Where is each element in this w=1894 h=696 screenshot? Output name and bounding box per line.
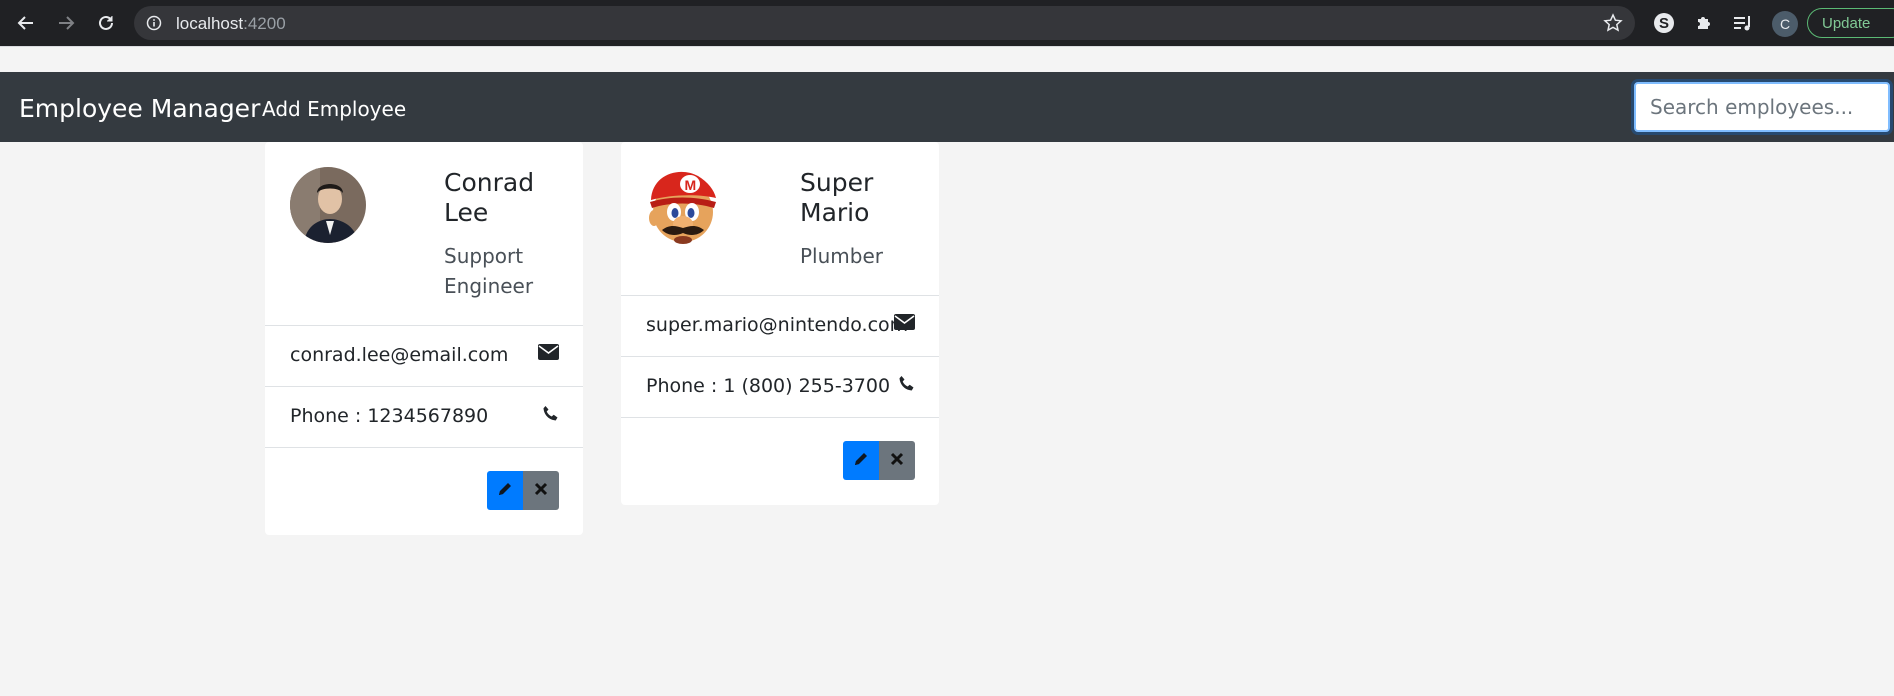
close-icon [890, 451, 904, 470]
employee-avatar [290, 167, 366, 243]
bookmark-star-icon[interactable] [1603, 13, 1623, 37]
brand-title[interactable]: Employee Manager [19, 94, 260, 123]
profile-avatar[interactable]: C [1772, 11, 1798, 37]
delete-button[interactable] [523, 471, 559, 510]
card-footer-divider [265, 447, 583, 448]
pencil-icon [497, 481, 513, 501]
phone-row: Phone : 1234567890 [265, 386, 583, 447]
back-icon[interactable] [12, 9, 40, 37]
app-navbar: Employee Manager Add Employee [0, 72, 1894, 142]
phone-icon [542, 405, 559, 426]
employee-card-super-mario: M Super Mario Plumber super.mario@ninten… [621, 142, 939, 505]
page-top-gap [0, 46, 1894, 72]
add-employee-link[interactable]: Add Employee [262, 97, 406, 121]
envelope-icon [538, 344, 559, 364]
employee-name: Conrad Lee [444, 168, 535, 227]
employee-name: Super Mario [800, 168, 874, 227]
employee-phone[interactable]: Phone : 1234567890 [290, 405, 488, 427]
reload-icon[interactable] [92, 9, 120, 37]
card-footer-divider [621, 417, 939, 418]
pencil-icon [853, 451, 869, 471]
employee-card-conrad-lee: Conrad Lee Support Engineer conrad.lee@e… [265, 142, 583, 535]
extensions-puzzle-icon[interactable] [1692, 11, 1716, 35]
site-info-icon[interactable] [146, 15, 162, 35]
close-icon [534, 481, 548, 500]
edit-button[interactable] [487, 471, 523, 510]
email-row: conrad.lee@email.com [265, 325, 583, 386]
url-text: localhost:4200 [176, 14, 286, 33]
s-extension-icon[interactable]: S [1654, 13, 1674, 33]
address-bar[interactable]: localhost:4200 [134, 6, 1635, 40]
svg-text:M: M [685, 177, 697, 193]
forward-icon[interactable] [52, 9, 80, 37]
employee-avatar: M [646, 167, 722, 244]
phone-icon [898, 375, 915, 396]
browser-toolbar: localhost:4200 S C Update [0, 0, 1894, 46]
phone-row: Phone : 1 (800) 255-3700 [621, 356, 939, 417]
employee-job-title: Plumber [800, 244, 883, 268]
update-button[interactable]: Update [1807, 8, 1894, 38]
employee-email[interactable]: super.mario@nintendo.com [646, 314, 908, 336]
employee-phone[interactable]: Phone : 1 (800) 255-3700 [646, 375, 890, 397]
delete-button[interactable] [879, 441, 915, 480]
email-row: super.mario@nintendo.com [621, 295, 939, 356]
media-queue-icon[interactable] [1731, 11, 1755, 35]
search-input[interactable] [1634, 82, 1890, 132]
employee-email[interactable]: conrad.lee@email.com [290, 344, 508, 366]
envelope-icon [894, 314, 915, 334]
employee-job-title: Support Engineer [444, 244, 534, 298]
edit-button[interactable] [843, 441, 879, 480]
